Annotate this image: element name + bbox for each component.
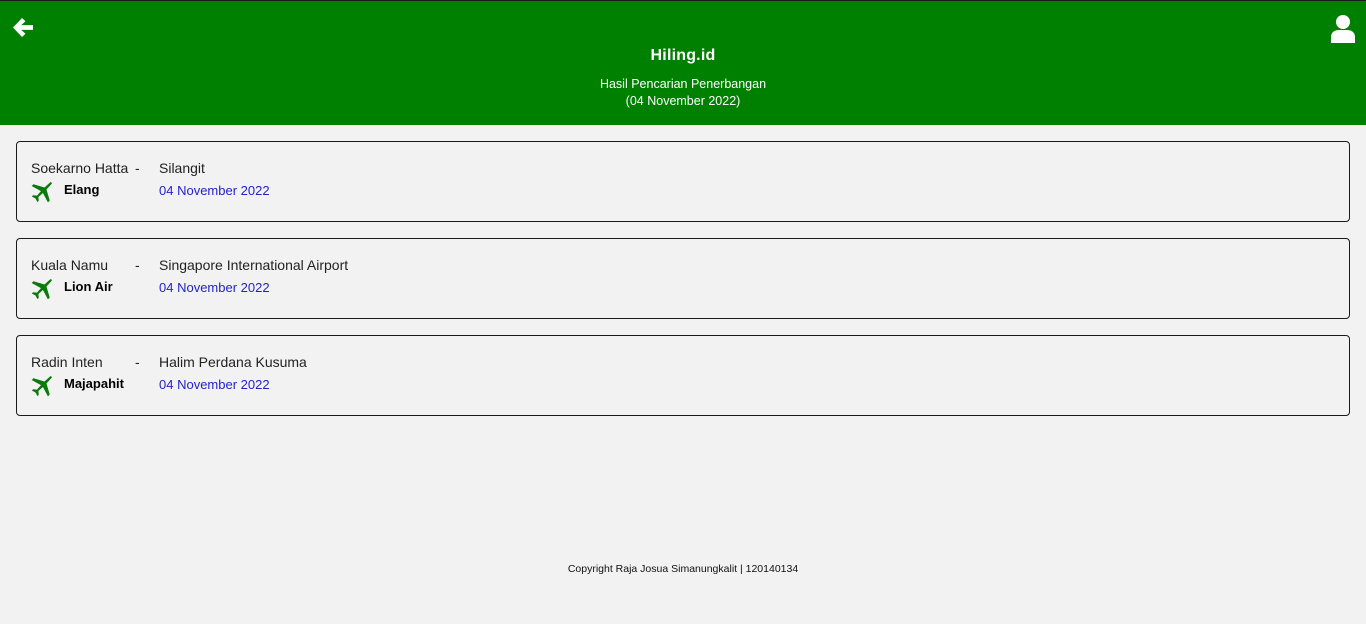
- user-profile-button[interactable]: [1330, 14, 1356, 44]
- flight-date: 04 November 2022: [159, 280, 270, 295]
- app-header: Hiling.id Hasil Pencarian Penerbangan (0…: [0, 0, 1366, 125]
- route-separator: -: [135, 257, 140, 273]
- app-title: Hiling.id: [650, 47, 716, 64]
- flight-date: 04 November 2022: [159, 377, 270, 392]
- airline-name: Majapahit: [64, 376, 124, 391]
- flight-destination: Halim Perdana Kusuma: [159, 354, 307, 370]
- flight-destination: Silangit: [159, 160, 205, 176]
- airline-name: Lion Air: [64, 279, 113, 294]
- airline-name: Elang: [64, 182, 100, 197]
- plane-icon: [31, 279, 52, 300]
- flight-card[interactable]: Soekarno Hatta - Silangit Elang 04 Novem…: [16, 141, 1350, 222]
- plane-icon: [31, 376, 52, 397]
- page-subtitle: Hasil Pencarian Penerbangan: [599, 77, 767, 91]
- route-separator: -: [135, 354, 140, 370]
- user-icon: [1331, 15, 1355, 43]
- flight-card[interactable]: Kuala Namu - Singapore International Air…: [16, 238, 1350, 319]
- search-date: (04 November 2022): [625, 94, 741, 108]
- flight-date: 04 November 2022: [159, 183, 270, 198]
- route-separator: -: [135, 160, 140, 176]
- flight-origin: Radin Inten: [31, 354, 103, 370]
- arrow-left-icon: [13, 18, 33, 37]
- footer-copyright: Copyright Raja Josua Simanungkalit | 120…: [567, 563, 799, 575]
- flight-origin: Soekarno Hatta: [31, 160, 129, 176]
- flight-card[interactable]: Radin Inten - Halim Perdana Kusuma Majap…: [16, 335, 1350, 416]
- flight-origin: Kuala Namu: [31, 257, 109, 273]
- plane-icon: [31, 182, 52, 203]
- flight-destination: Singapore International Airport: [159, 257, 349, 273]
- back-button[interactable]: [10, 15, 36, 41]
